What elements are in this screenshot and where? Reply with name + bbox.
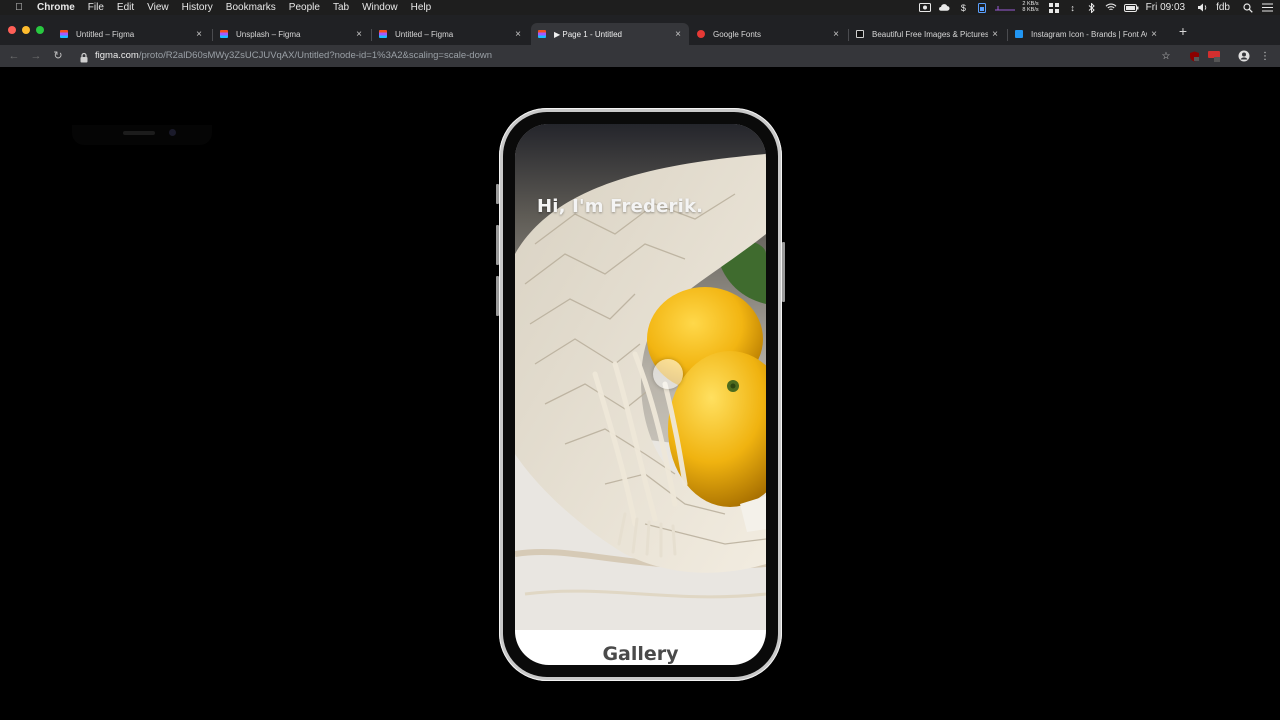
window-minimize-button[interactable] [22, 26, 30, 34]
tab-google-fonts[interactable]: Google Fonts × [690, 23, 847, 45]
activity-graph-icon [995, 3, 1016, 13]
menu-people[interactable]: People [289, 2, 320, 13]
url-path: /proto/R2alD60sMWy3ZsUCJUVqAX/Untitled?n… [138, 50, 492, 61]
tab-label: Instagram Icon - Brands | Font Awesome [1031, 29, 1147, 39]
tab-untitled-figma-1[interactable]: Untitled – Figma × [53, 23, 210, 45]
macos-menu-bar:  Chrome File Edit View History Bookmark… [0, 0, 1280, 15]
phone-screen[interactable]: Hi, I'm Frederik. Gallery [515, 124, 766, 665]
battery-monitor-icon[interactable] [976, 2, 988, 13]
battery-icon[interactable] [1123, 3, 1139, 13]
url-host: figma.com [95, 50, 139, 61]
tab-label: ▶ Page 1 - Untitled [554, 29, 622, 39]
browser-toolbar: ← → ↻ figma.com/proto/R2alD60sMWy3ZsUCJU… [0, 45, 1280, 67]
volume-up-button [496, 225, 499, 265]
tab-unsplash[interactable]: Beautiful Free Images & Pictures × [849, 23, 1006, 45]
tab-label: Beautiful Free Images & Pictures [872, 29, 988, 39]
mute-switch [496, 184, 499, 204]
volume-icon[interactable] [1197, 3, 1209, 13]
menu-tab[interactable]: Tab [333, 2, 349, 13]
apple-logo-icon[interactable]:  [12, 2, 26, 13]
back-arrow-icon[interactable]: ← [6, 48, 22, 64]
menu-window[interactable]: Window [362, 2, 398, 13]
iphone-frame: Hi, I'm Frederik. Gallery [496, 108, 785, 681]
close-icon[interactable]: × [352, 29, 366, 40]
dollar-icon[interactable]: $ [957, 3, 969, 13]
tab-page-1-untitled[interactable]: ▶ Page 1 - Untitled × [531, 23, 689, 45]
new-tab-plus-icon[interactable]: + [1176, 24, 1190, 38]
wifi-icon[interactable] [1105, 3, 1117, 13]
extension-ublock-icon[interactable] [1187, 49, 1201, 63]
tab-label: Untitled – Figma [76, 29, 135, 39]
net-down: 8 KB/s [1022, 6, 1039, 13]
bookmark-star-icon[interactable]: ☆ [1159, 49, 1173, 63]
user-name[interactable]: fdb [1216, 2, 1230, 13]
close-icon[interactable]: × [192, 29, 206, 40]
hero-title: Hi, I'm Frederik. [537, 196, 704, 217]
tab-label: Google Fonts [713, 29, 762, 39]
profile-avatar-icon[interactable] [1237, 49, 1251, 63]
google-fonts-icon [697, 30, 705, 38]
sync-arrows-icon[interactable]: ↕ [1067, 3, 1079, 13]
more-menu-icon[interactable]: ⋮ [1258, 49, 1272, 63]
tab-untitled-figma-2[interactable]: Untitled – Figma × [372, 23, 529, 45]
extension-red-icon[interactable] [1207, 49, 1221, 63]
figma-icon [379, 30, 387, 38]
figma-icon [60, 30, 68, 38]
menu-app-chrome[interactable]: Chrome [37, 2, 75, 13]
menu-view[interactable]: View [147, 2, 169, 13]
window-zoom-button[interactable] [36, 26, 44, 34]
menu-file[interactable]: File [88, 2, 104, 13]
status-area: $ 2 KB/s 8 KB/s ↕ Fri 09:03 fdb [919, 0, 1280, 15]
menu-edit[interactable]: Edit [117, 2, 134, 13]
control-center-icon[interactable] [1261, 3, 1273, 13]
menu-bookmarks[interactable]: Bookmarks [226, 2, 276, 13]
tab-font-awesome[interactable]: Instagram Icon - Brands | Font Awesome × [1008, 23, 1165, 45]
unsplash-icon [856, 30, 864, 38]
earpiece-speaker [123, 131, 155, 135]
figma-icon [220, 30, 228, 38]
gallery-section-title: Gallery [602, 643, 679, 665]
network-speed: 2 KB/s 8 KB/s [1022, 1, 1039, 13]
front-camera [169, 129, 176, 136]
tab-label: Unsplash – Figma [236, 29, 301, 39]
menu-help[interactable]: Help [411, 2, 432, 13]
tab-unsplash-figma[interactable]: Unsplash – Figma × [213, 23, 370, 45]
cloud-icon[interactable] [938, 3, 950, 13]
close-icon[interactable]: × [829, 29, 843, 40]
bluetooth-icon[interactable] [1086, 2, 1098, 13]
tab-label: Untitled – Figma [395, 29, 454, 39]
close-icon[interactable]: × [988, 29, 1002, 40]
power-button [782, 242, 785, 302]
close-icon[interactable]: × [511, 29, 525, 40]
close-icon[interactable]: × [671, 29, 685, 40]
browser-tab-strip: Untitled – Figma × Unsplash – Figma × Un… [0, 15, 1280, 45]
address-bar[interactable]: figma.com/proto/R2alD60sMWy3ZsUCJUVqAX/U… [95, 50, 492, 62]
lock-icon [79, 50, 91, 63]
window-close-button[interactable] [8, 26, 16, 34]
font-awesome-icon [1015, 30, 1023, 38]
reload-icon[interactable]: ↻ [50, 48, 66, 64]
clock[interactable]: Fri 09:03 [1146, 2, 1185, 13]
spotlight-search-icon[interactable] [1242, 2, 1254, 13]
prototype-cursor [653, 359, 683, 389]
menu-history[interactable]: History [182, 2, 213, 13]
volume-down-button [496, 276, 499, 316]
prototype-viewport: Hi, I'm Frederik. Gallery [0, 67, 1280, 720]
forward-arrow-icon[interactable]: → [28, 48, 44, 64]
phone-notch [72, 125, 212, 145]
figma-icon [538, 30, 546, 38]
close-icon[interactable]: × [1147, 29, 1161, 40]
grid-layout-icon[interactable] [1048, 2, 1060, 13]
screen-record-icon[interactable] [919, 3, 932, 13]
